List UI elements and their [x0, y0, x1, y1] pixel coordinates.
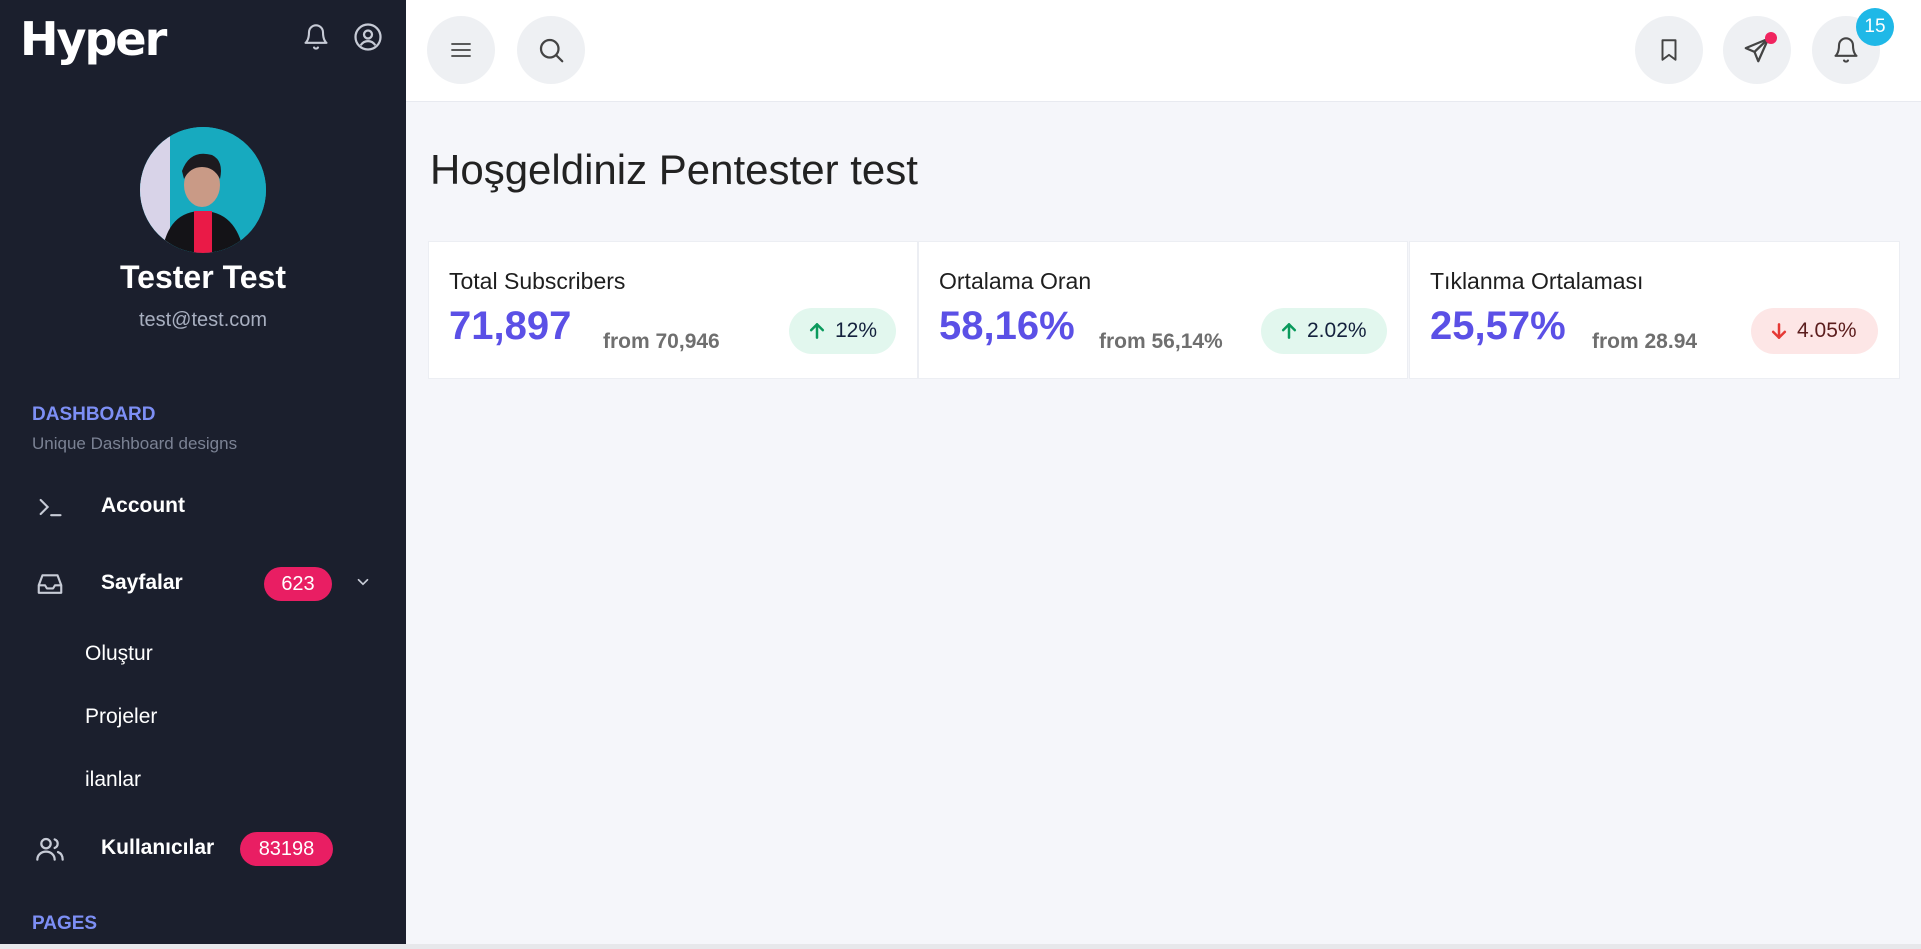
- card-value: 58,16%: [939, 304, 1075, 348]
- sidebar-subitem-ilanlar[interactable]: ilanlar: [85, 768, 141, 792]
- users-icon: [32, 832, 68, 866]
- sidebar: Hyper Tester Test test@test.com DASHBOAR…: [0, 0, 406, 944]
- stat-card-ortalama-oran: Ortalama Oran 58,16% from 56,14% 2.02%: [918, 241, 1408, 379]
- bottom-scrollbar[interactable]: [0, 944, 1921, 949]
- change-value: 4.05%: [1797, 319, 1857, 342]
- card-title: Tıklanma Ortalaması: [1430, 268, 1644, 294]
- terminal-icon: [32, 490, 68, 524]
- search-button[interactable]: [517, 16, 585, 84]
- change-value: 2.02%: [1307, 319, 1367, 342]
- count-badge: 623: [264, 567, 332, 601]
- change-badge: 4.05%: [1751, 308, 1878, 354]
- sidebar-item-label: Account: [101, 494, 185, 517]
- sidebar-item-label: Sayfalar: [101, 571, 183, 594]
- bookmark-button[interactable]: [1635, 16, 1703, 84]
- sidebar-item-sayfalar[interactable]: Sayfalar 623: [0, 557, 406, 611]
- menu-button[interactable]: [427, 16, 495, 84]
- section-title-dashboard: DASHBOARD: [32, 404, 156, 425]
- change-value: 12%: [835, 319, 878, 342]
- notifications-button[interactable]: 15: [1812, 8, 1894, 84]
- card-title: Total Subscribers: [449, 268, 626, 294]
- send-button[interactable]: [1723, 16, 1791, 84]
- arrow-up-icon: [1281, 323, 1297, 339]
- change-badge: 2.02%: [1261, 308, 1387, 354]
- notification-dot: [1765, 32, 1777, 44]
- profile-name: Tester Test: [120, 259, 286, 295]
- bell-icon[interactable]: [299, 20, 333, 54]
- card-value: 25,57%: [1430, 304, 1566, 348]
- brand-logo[interactable]: Hyper: [20, 12, 167, 66]
- page-title: Hoşgeldiniz Pentester test: [430, 146, 918, 193]
- profile-email: test@test.com: [138, 309, 268, 331]
- sidebar-subitem-olustur[interactable]: Oluştur: [85, 642, 153, 666]
- section-subtitle: Unique Dashboard designs: [32, 434, 238, 453]
- stat-card-total-subscribers: Total Subscribers 71,897 from 70,946 12%: [428, 241, 918, 379]
- stat-card-tiklanma-ortalamasi: Tıklanma Ortalaması 25,57% from 28.94 4.…: [1409, 241, 1900, 379]
- count-badge: 83198: [240, 832, 333, 866]
- sidebar-item-kullanicilar[interactable]: Kullanıcılar 83198: [0, 822, 406, 876]
- card-value: 71,897: [449, 304, 572, 348]
- topbar: 15: [406, 0, 1921, 102]
- avatar[interactable]: [140, 127, 266, 253]
- sidebar-subitem-projeler[interactable]: Projeler: [85, 705, 157, 729]
- card-title: Ortalama Oran: [939, 268, 1092, 294]
- chevron-down-icon[interactable]: [354, 573, 372, 596]
- change-badge: 12%: [789, 308, 896, 354]
- card-from: from 28.94: [1592, 330, 1698, 353]
- arrow-up-icon: [809, 323, 825, 339]
- sidebar-item-account[interactable]: Account: [0, 480, 406, 534]
- card-from: from 70,946: [603, 330, 720, 353]
- arrow-down-icon: [1771, 323, 1787, 339]
- notification-count-badge: 15: [1856, 8, 1894, 46]
- user-circle-icon[interactable]: [351, 20, 385, 54]
- sidebar-item-label: Kullanıcılar: [101, 836, 215, 859]
- section-title-pages: PAGES: [32, 913, 98, 934]
- card-from: from 56,14%: [1099, 330, 1223, 353]
- inbox-icon: [32, 567, 68, 601]
